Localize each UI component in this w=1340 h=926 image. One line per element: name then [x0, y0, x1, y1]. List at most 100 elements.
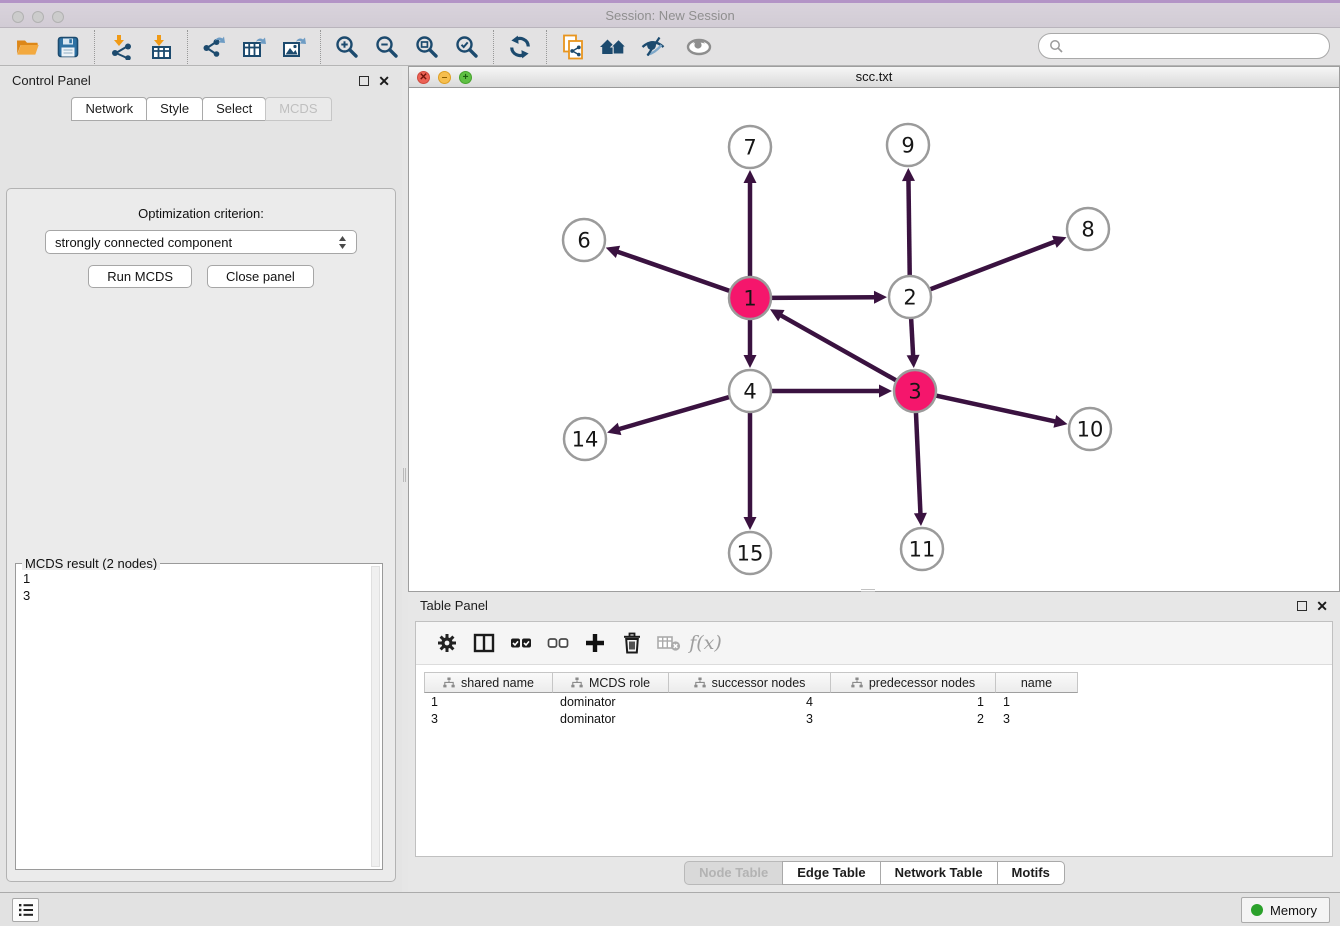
float-panel-icon[interactable] [359, 76, 369, 86]
tab-mcds[interactable]: MCDS [265, 97, 331, 121]
clone-network-button[interactable] [553, 30, 593, 64]
select-all-button[interactable] [502, 625, 539, 661]
network-minimize-button[interactable]: – [438, 71, 451, 84]
graph-edge-arrowhead [902, 168, 915, 181]
tab-select[interactable]: Select [202, 97, 266, 121]
tab-edge-table[interactable]: Edge Table [782, 861, 880, 885]
toolbar-separator [493, 30, 494, 64]
double-house-icon [599, 34, 627, 60]
control-panel-tabs: NetworkStyleSelectMCDS [0, 97, 402, 121]
graph-node-label: 10 [1077, 418, 1104, 442]
zoom-selected-button[interactable] [447, 30, 487, 64]
network-window-titlebar[interactable]: ✕ – + scc.txt [409, 67, 1339, 88]
cell-predecessor-nodes[interactable]: 1 [831, 694, 996, 710]
graph-edge-3-11[interactable] [916, 410, 921, 515]
graph-edge-3-1[interactable] [780, 315, 899, 382]
search-input[interactable] [1069, 39, 1319, 54]
export-table-button[interactable] [234, 30, 274, 64]
task-history-button[interactable] [12, 898, 39, 922]
zoom-in-button[interactable] [327, 30, 367, 64]
float-table-panel-icon[interactable] [1297, 601, 1307, 611]
column-header-predecessor-nodes[interactable]: predecessor nodes [831, 672, 996, 693]
graph-edge-4-14[interactable] [618, 396, 732, 429]
plus-icon [583, 631, 607, 655]
cell-successor-nodes[interactable]: 3 [669, 711, 831, 727]
import-network-icon [108, 34, 134, 60]
refresh-icon [507, 34, 533, 60]
cell-MCDS-role[interactable]: dominator [553, 694, 669, 710]
close-panel-icon[interactable]: ✕ [378, 76, 390, 86]
graph-edge-3-10[interactable] [934, 395, 1057, 422]
minimize-window-button[interactable] [32, 11, 44, 23]
cell-predecessor-nodes[interactable]: 2 [831, 711, 996, 727]
zoom-window-button[interactable] [52, 11, 64, 23]
show-all-button[interactable] [679, 30, 719, 64]
table-settings-button[interactable] [428, 625, 465, 661]
fit-content-button[interactable] [407, 30, 447, 64]
cell-name[interactable]: 3 [996, 711, 1078, 727]
graph-edge-2-8[interactable] [928, 241, 1056, 290]
control-panel: Control Panel ✕ NetworkStyleSelectMCDS O… [0, 67, 402, 892]
tab-network[interactable]: Network [71, 97, 147, 121]
graph-edge-1-2[interactable] [769, 297, 876, 298]
graph-edge-arrowhead [879, 385, 892, 398]
graph-edge-1-6[interactable] [616, 251, 732, 292]
zoom-out-button[interactable] [367, 30, 407, 64]
zoom-selected-icon [454, 34, 480, 60]
search-icon [1049, 39, 1063, 53]
split-panel-button[interactable] [465, 625, 502, 661]
tab-motifs[interactable]: Motifs [997, 861, 1065, 885]
cell-MCDS-role[interactable]: dominator [553, 711, 669, 727]
network-maximize-button[interactable]: + [459, 71, 472, 84]
hide-selected-button[interactable] [633, 30, 673, 64]
column-header-MCDS-role[interactable]: MCDS role [553, 672, 669, 693]
home-neighbors-button[interactable] [593, 30, 633, 64]
cell-name[interactable]: 1 [996, 694, 1078, 710]
close-table-panel-icon[interactable]: ✕ [1316, 601, 1328, 611]
export-network-button[interactable] [194, 30, 234, 64]
graph-edge-arrowhead [1053, 415, 1067, 428]
save-session-button[interactable] [48, 30, 88, 64]
cell-shared-name[interactable]: 1 [424, 694, 553, 710]
tab-network-table[interactable]: Network Table [880, 861, 998, 885]
graph-edge-arrowhead [607, 423, 621, 435]
close-window-button[interactable] [12, 11, 24, 23]
deselect-all-button[interactable] [539, 625, 576, 661]
graph-node-label: 8 [1081, 218, 1094, 242]
graph-edge-2-3[interactable] [911, 316, 913, 357]
result-scrollbar[interactable] [371, 566, 380, 867]
function-builder-button[interactable]: f(x) [687, 625, 724, 661]
close-panel-button[interactable]: Close panel [207, 265, 314, 288]
mcds-tab-content: Optimization criterion: strongly connect… [6, 188, 396, 882]
memory-button[interactable]: Memory [1241, 897, 1330, 923]
clone-network-icon [560, 34, 586, 60]
table-header-row[interactable]: shared nameMCDS rolesuccessor nodesprede… [424, 672, 1332, 693]
delete-column-button[interactable] [613, 625, 650, 661]
criterion-dropdown[interactable]: strongly connected component [45, 230, 357, 254]
tab-style[interactable]: Style [146, 97, 203, 121]
run-mcds-button[interactable]: Run MCDS [88, 265, 192, 288]
add-column-button[interactable] [576, 625, 613, 661]
column-header-name[interactable]: name [996, 672, 1078, 693]
zoom-out-icon [374, 34, 400, 60]
table-row[interactable]: 1dominator411 [424, 694, 1332, 710]
cell-shared-name[interactable]: 3 [424, 711, 553, 727]
table-row[interactable]: 3dominator323 [424, 711, 1332, 727]
open-session-button[interactable] [8, 30, 48, 64]
apply-layout-button[interactable] [500, 30, 540, 64]
vertical-splitter-handle[interactable] [403, 468, 406, 482]
search-field[interactable] [1038, 33, 1330, 59]
network-canvas[interactable]: 7968124314101511 [409, 88, 1339, 591]
delete-table-button[interactable] [650, 625, 687, 661]
column-header-shared-name[interactable]: shared name [424, 672, 553, 693]
graph-edge-2-9[interactable] [908, 179, 909, 278]
tab-node-table[interactable]: Node Table [684, 861, 783, 885]
mcds-result-list[interactable]: 13 [18, 570, 370, 867]
window-controls[interactable] [12, 11, 64, 23]
import-network-button[interactable] [101, 30, 141, 64]
column-header-successor-nodes[interactable]: successor nodes [669, 672, 831, 693]
cell-successor-nodes[interactable]: 4 [669, 694, 831, 710]
export-image-button[interactable] [274, 30, 314, 64]
import-table-button[interactable] [141, 30, 181, 64]
network-close-button[interactable]: ✕ [417, 71, 430, 84]
